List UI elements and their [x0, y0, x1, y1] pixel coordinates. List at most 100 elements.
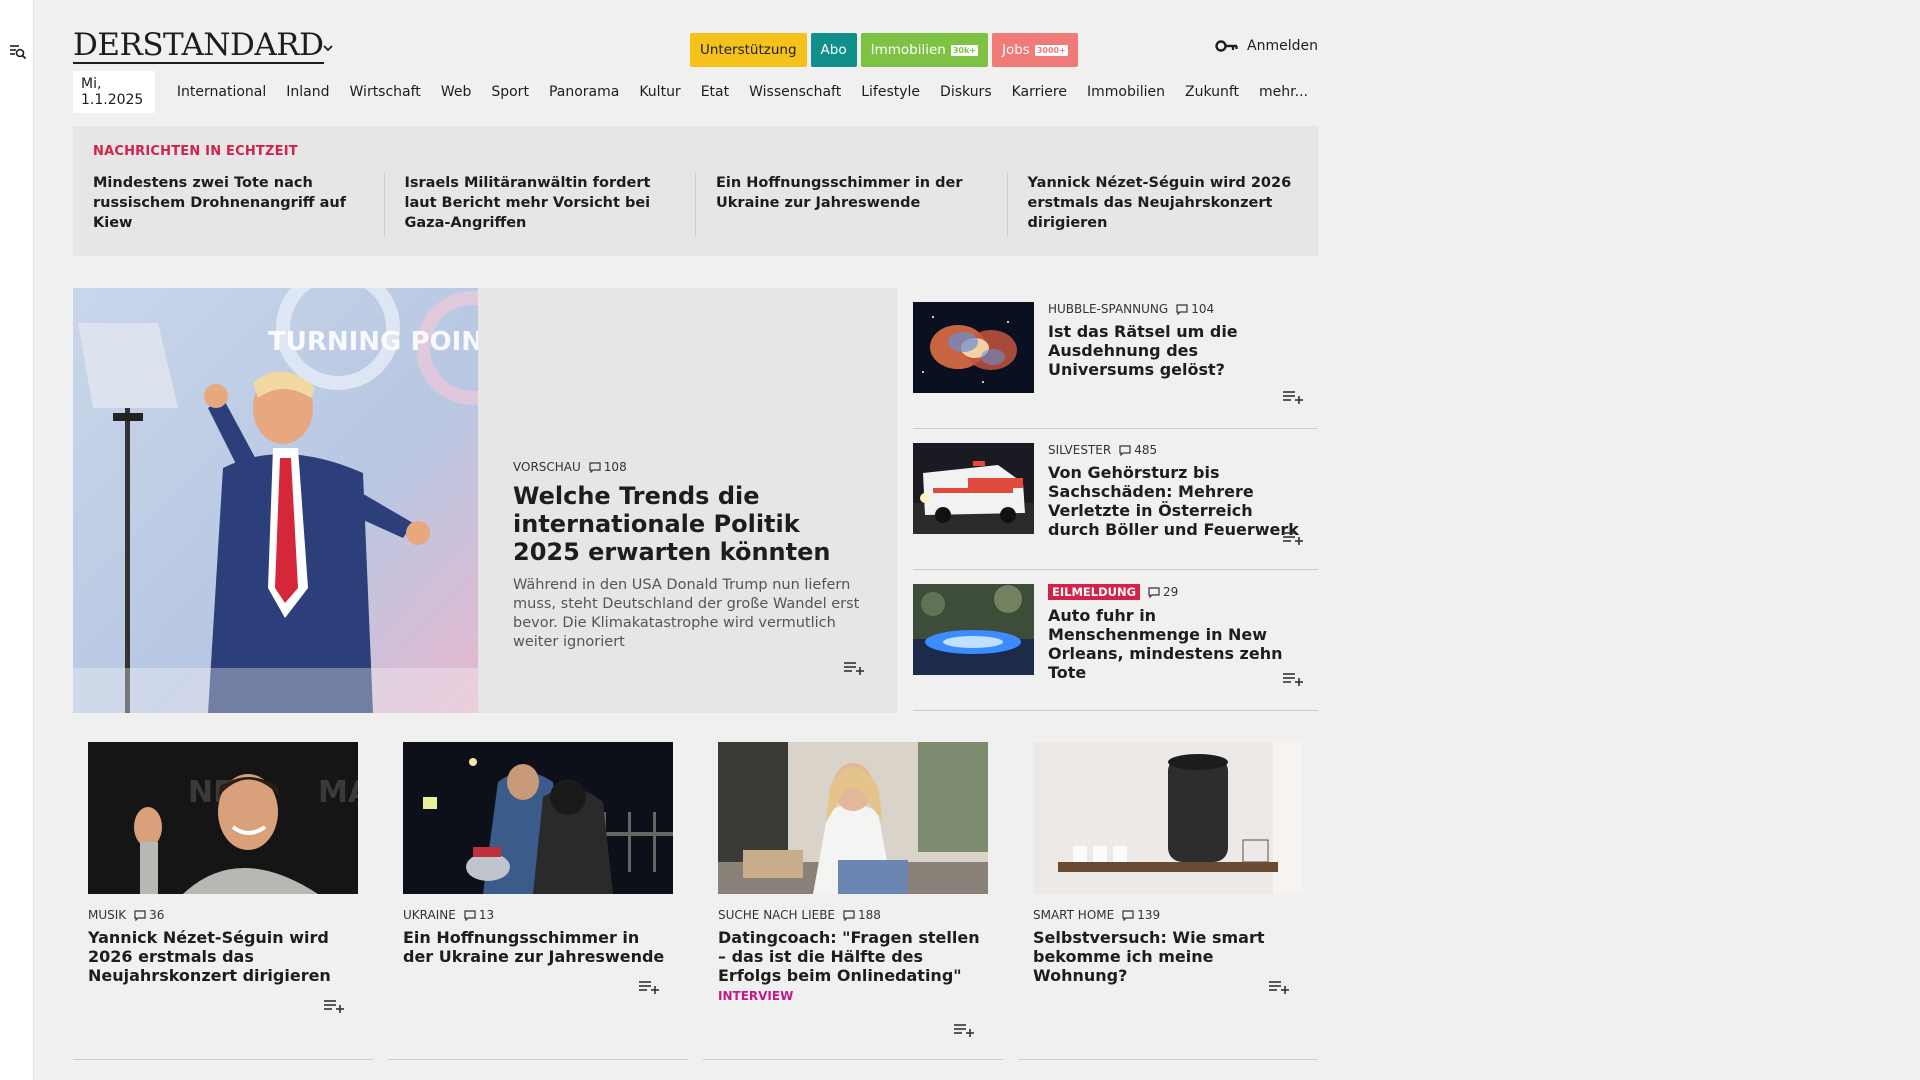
ticker-items: Mindestens zwei Tote nach russi­schem Dr…: [93, 173, 1298, 237]
card-comment-count: 139: [1137, 908, 1161, 922]
playlist-add-icon: [324, 1000, 344, 1013]
edition-dropdown[interactable]: [320, 40, 336, 56]
side-article-list: HUBBLE-SPANNUNG 104 Ist das Rätsel um di…: [913, 288, 1318, 711]
playlist-add-icon: [1283, 532, 1303, 545]
card-comments[interactable]: 139: [1122, 908, 1160, 922]
promo-buttons: Unterstützung Abo Immobilien 30k+ Jobs 300…: [690, 33, 1078, 67]
card-image: [718, 742, 988, 894]
hero-watchlist-button[interactable]: [843, 660, 865, 676]
nav-item-international[interactable]: International: [167, 84, 276, 100]
card-comments[interactable]: 36: [134, 908, 164, 922]
comment-bubble-icon: [1122, 909, 1134, 921]
nav-item-zukunft[interactable]: Zukunft: [1175, 84, 1249, 100]
card-title: Yannick Nézet-Séguin wird 2026 erstmals …: [88, 928, 331, 985]
side-comments[interactable]: 485: [1119, 443, 1157, 457]
abo-label: Abo: [820, 42, 847, 58]
abo-button[interactable]: Abo: [810, 33, 857, 67]
card-title: Datingcoach: "Fragen stellen – das ist d…: [718, 928, 980, 985]
left-rail: [0, 0, 34, 1080]
nav-item-etat[interactable]: Etat: [691, 84, 739, 100]
comment-bubble-icon: [589, 461, 601, 473]
nav-item-kultur[interactable]: Kultur: [629, 84, 690, 100]
hero-image: TURNING POINT USA: [73, 288, 478, 713]
card-watchlist-button[interactable]: [638, 979, 660, 995]
ticker-label: NACHRICHTEN IN ECHTZEIT: [93, 144, 298, 159]
support-label: Unterstützung: [700, 42, 797, 58]
card-comments[interactable]: 188: [843, 908, 881, 922]
current-date: Mi, 1.1.2025: [73, 71, 155, 113]
nav-item-panorama[interactable]: Panorama: [539, 84, 629, 100]
ticker-item[interactable]: Ein Hoffnungsschimmer in der Ukraine zur…: [716, 173, 1008, 237]
nav-item-lifestyle[interactable]: Lifestyle: [851, 84, 930, 100]
side-kicker: HUBBLE-SPANNUNG: [1048, 302, 1169, 316]
hero-article[interactable]: TURNING POINT USA VORSCHAU: [73, 288, 898, 713]
article-card[interactable]: NE MA MUSIK 36 Yannick Nézet-Séguin wird: [73, 742, 373, 1060]
side-article[interactable]: SILVESTER 485 Von Gehörsturz bis Sachsch…: [913, 429, 1318, 570]
article-card[interactable]: UKRAINE 13 Ein Hoffnungsschimmer in der …: [388, 742, 688, 1060]
nav-item-web[interactable]: Web: [431, 84, 482, 100]
side-article-image: [913, 584, 1034, 675]
nav-item-inland[interactable]: Inland: [276, 84, 339, 100]
page: DERSTANDARD Unterstützung Abo Immobilien…: [73, 0, 1318, 1060]
side-watchlist-button[interactable]: [1282, 389, 1304, 405]
side-watchlist-button[interactable]: [1282, 671, 1304, 687]
ticker-item[interactable]: Israels Militäranwältin fordert laut Ber…: [405, 173, 696, 237]
svg-text:MA: MA: [318, 775, 358, 810]
card-comment-count: 13: [478, 908, 495, 922]
hero-kicker: VORSCHAU: [513, 460, 581, 474]
support-button[interactable]: Unterstützung: [690, 33, 807, 67]
jobs-button[interactable]: Jobs 3000+: [992, 33, 1078, 67]
comment-bubble-icon: [1176, 303, 1188, 315]
side-kicker-line: HUBBLE-SPANNUNG 104: [1048, 302, 1308, 316]
side-article-text: SILVESTER 485 Von Gehörsturz bis Sachsch…: [1048, 443, 1308, 539]
card-watchlist-button[interactable]: [953, 1022, 975, 1038]
card-kicker-line: SUCHE NACH LIEBE 188: [718, 908, 988, 922]
site-logo[interactable]: DERSTANDARD: [73, 28, 324, 64]
immobilien-button[interactable]: Immobilien 30k+: [860, 33, 988, 67]
card-kicker: SUCHE NACH LIEBE: [718, 908, 836, 922]
side-comments[interactable]: 29: [1148, 585, 1178, 599]
nav-item-diskurs[interactable]: Diskurs: [930, 84, 1002, 100]
playlist-add-icon: [1269, 981, 1289, 994]
hero-comments[interactable]: 108: [589, 460, 627, 474]
card-image: [1033, 742, 1303, 894]
card-title: Ein Hoffnungsschimmer in der Ukraine zur…: [403, 928, 665, 966]
comment-bubble-icon: [464, 909, 476, 921]
site-header: DERSTANDARD Unterstützung Abo Immobilien…: [73, 0, 1318, 72]
card-comments[interactable]: 13: [464, 908, 494, 922]
card-image: NE MA: [88, 742, 358, 894]
ticker-item[interactable]: Yannick Nézet-Séguin wird 2026 erst­mals…: [1028, 173, 1299, 237]
side-article[interactable]: HUBBLE-SPANNUNG 104 Ist das Rätsel um di…: [913, 288, 1318, 429]
card-watchlist-button[interactable]: [1268, 979, 1290, 995]
nav-item-wirtschaft[interactable]: Wirtschaft: [340, 84, 431, 100]
hero-image-caption-text: TURNING POINT USA: [268, 327, 478, 357]
card-kicker: UKRAINE: [403, 908, 456, 922]
card-kicker-line: MUSIK 36: [88, 908, 358, 922]
side-article-image: [913, 302, 1034, 393]
playlist-add-icon: [844, 662, 864, 675]
menu-search-button[interactable]: [8, 42, 28, 62]
jobs-label: Jobs: [1002, 42, 1030, 58]
ticker-item[interactable]: Mindestens zwei Tote nach russi­schem Dr…: [93, 173, 385, 237]
side-comments[interactable]: 104: [1176, 302, 1214, 316]
nav-item-karriere[interactable]: Karriere: [1002, 84, 1077, 100]
login-button[interactable]: Anmelden: [1215, 38, 1318, 54]
side-article-title: Ist das Rätsel um die Ausdehnung des Uni…: [1048, 322, 1238, 379]
card-image: [403, 742, 673, 894]
nav-item-sport[interactable]: Sport: [481, 84, 539, 100]
side-article[interactable]: EILMELDUNG 29 Auto fuhr in Menschenmenge…: [913, 570, 1318, 711]
side-article-image: [913, 443, 1034, 534]
comment-bubble-icon: [134, 909, 146, 921]
card-watchlist-button[interactable]: [323, 998, 345, 1014]
side-article-title: Auto fuhr in Menschenmenge in New Orlean…: [1048, 606, 1283, 682]
nav-item-wissenschaft[interactable]: Wissenschaft: [739, 84, 851, 100]
key-icon: [1215, 40, 1238, 52]
hero-kicker-line: VORSCHAU 108: [513, 460, 873, 474]
immobilien-count-badge: 30k+: [950, 44, 978, 56]
nav-item-more[interactable]: mehr...: [1249, 84, 1318, 100]
side-watchlist-button[interactable]: [1282, 530, 1304, 546]
article-card[interactable]: SUCHE NACH LIEBE 188 Datingcoach: "Frage…: [703, 742, 1003, 1060]
nav-item-immobilien[interactable]: Immobilien: [1077, 84, 1175, 100]
article-card[interactable]: SMART HOME 139 Selbstversuch: Wie smart …: [1018, 742, 1318, 1060]
login-label: Anmelden: [1247, 38, 1318, 54]
